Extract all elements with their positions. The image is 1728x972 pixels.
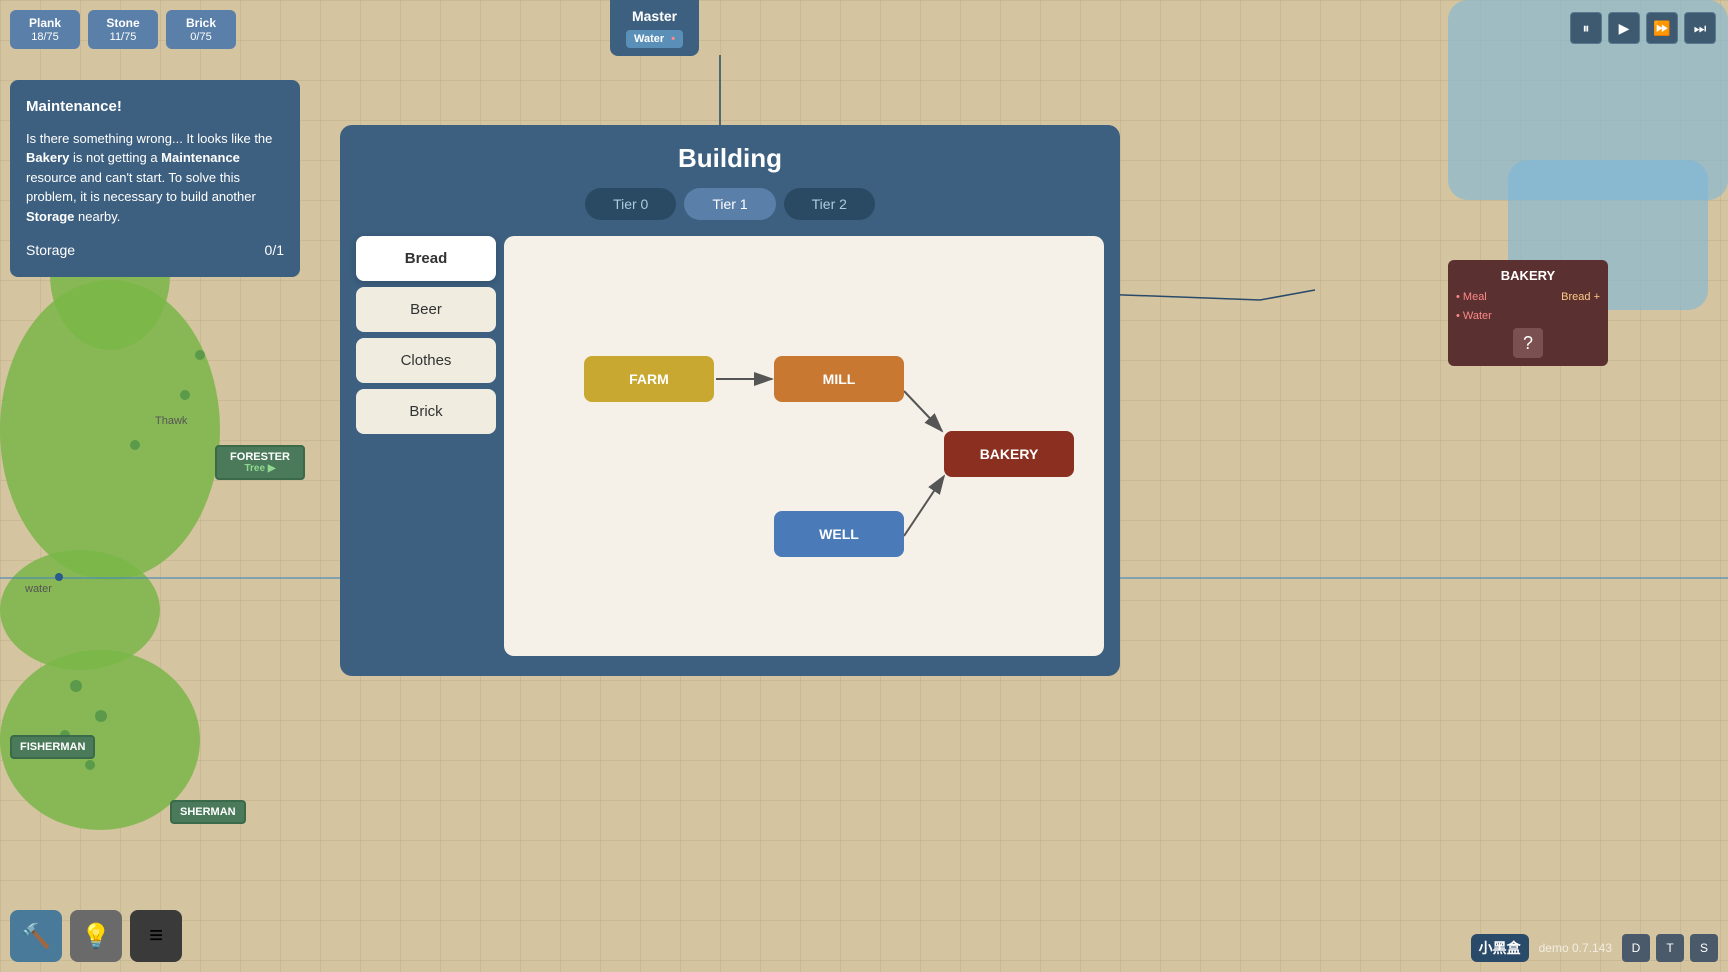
dialog-sidebar: Bread Beer Clothes Brick	[356, 236, 496, 656]
bakery-row-water: • Water	[1456, 308, 1600, 324]
master-title: Master	[626, 8, 683, 24]
resource-plank: Plank 18/75	[10, 10, 80, 49]
flow-diagram: FARM MILL BAKERY WELL	[524, 256, 1084, 636]
hammer-button[interactable]: 🔨	[10, 910, 62, 962]
fast-button[interactable]: ⏩	[1646, 12, 1678, 44]
version-logo: 小黑盒	[1471, 934, 1529, 962]
bakery-panel-title: BAKERY	[1456, 268, 1600, 283]
maintenance-title: Maintenance!	[26, 96, 284, 119]
water-node: Water •	[626, 30, 683, 48]
discord-icon[interactable]: D	[1622, 934, 1650, 962]
dialog-content: Bread Beer Clothes Brick	[356, 236, 1104, 656]
terrain-dot-4	[70, 680, 82, 692]
flow-node-bakery: BAKERY	[944, 431, 1074, 477]
pause-button[interactable]: ⏸	[1570, 12, 1602, 44]
dialog-main: FARM MILL BAKERY WELL	[504, 236, 1104, 656]
fisherman-building: FISHERMAN	[10, 735, 95, 759]
terrain-dot-7	[85, 760, 95, 770]
resource-brick: Brick 0/75	[166, 10, 236, 49]
building-dialog: Building Tier 0 Tier 1 Tier 2 Bread Beer…	[340, 125, 1120, 676]
twitter-icon[interactable]: T	[1656, 934, 1684, 962]
menu-button[interactable]: ≡	[130, 910, 182, 962]
sherman-building: SHERMAN	[170, 800, 246, 824]
storage-label: Storage	[26, 240, 75, 261]
forester-building: FORESTER Tree ▶	[215, 445, 305, 480]
maintenance-text: Is there something wrong... It looks lik…	[26, 129, 284, 227]
lightbulb-button[interactable]: 💡	[70, 910, 122, 962]
forester-sub: Tree ▶	[225, 463, 295, 474]
bottom-toolbar: 🔨 💡 ≡	[10, 910, 182, 962]
water-dot-1	[55, 573, 63, 581]
storage-row: Storage 0/1	[26, 240, 284, 261]
sidebar-item-bread[interactable]: Bread	[356, 236, 496, 281]
tab-tier0[interactable]: Tier 0	[585, 188, 676, 220]
bakery-row-meal: • Meal Bread +	[1456, 289, 1600, 305]
resource-bar: Plank 18/75 Stone 11/75 Brick 0/75	[10, 10, 236, 49]
version-info: 小黑盒 demo 0.7.143 D T S	[1471, 934, 1718, 962]
resource-stone: Stone 11/75	[88, 10, 158, 49]
sidebar-item-clothes[interactable]: Clothes	[356, 338, 496, 383]
thawk-label: Thawk	[155, 415, 187, 427]
flow-node-farm: FARM	[584, 356, 714, 402]
sidebar-item-brick[interactable]: Brick	[356, 389, 496, 434]
sidebar-item-beer[interactable]: Beer	[356, 287, 496, 332]
social-icons: D T S	[1622, 934, 1718, 962]
version-text: demo 0.7.143	[1539, 941, 1612, 955]
maintenance-panel: Maintenance! Is there something wrong...…	[10, 80, 300, 277]
bakery-meal-value: Bread +	[1561, 291, 1600, 303]
flow-node-mill: MILL	[774, 356, 904, 402]
forester-label: FORESTER	[225, 451, 295, 463]
dialog-tabs: Tier 0 Tier 1 Tier 2	[340, 188, 1120, 220]
bakery-panel: BAKERY • Meal Bread + • Water ?	[1448, 260, 1608, 366]
flow-node-well: WELL	[774, 511, 904, 557]
tab-tier2[interactable]: Tier 2	[784, 188, 875, 220]
play-button[interactable]: ▶	[1608, 12, 1640, 44]
top-controls: ⏸ ▶ ⏩ ⏭	[1570, 12, 1716, 44]
dialog-title: Building	[340, 125, 1120, 188]
bakery-meal-label: • Meal	[1456, 291, 1487, 303]
terrain-dot-5	[95, 710, 107, 722]
terrain-dot-3	[130, 440, 140, 450]
tab-tier1[interactable]: Tier 1	[684, 188, 775, 220]
terrain-dot-1	[195, 350, 205, 360]
terrain-dot-2	[180, 390, 190, 400]
water-label: water	[25, 583, 52, 595]
bakery-icon: ?	[1513, 328, 1543, 358]
storage-value: 0/1	[265, 240, 284, 261]
steam-icon[interactable]: S	[1690, 934, 1718, 962]
bakery-water-label: • Water	[1456, 310, 1492, 322]
fastest-button[interactable]: ⏭	[1684, 12, 1716, 44]
master-panel: Master Water •	[610, 0, 699, 56]
